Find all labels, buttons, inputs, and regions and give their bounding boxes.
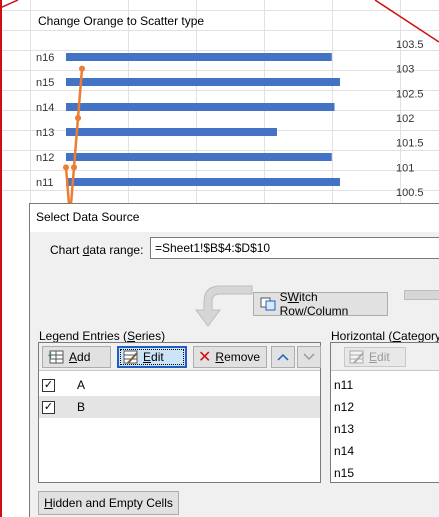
remove-x-icon: ✕ [198, 347, 212, 366]
secondary-y-tick-label: 102.5 [396, 88, 424, 100]
scatter-point[interactable] [63, 164, 69, 171]
chart-category-label: n11 [36, 177, 54, 189]
legend-entries-title: Legend Entries (Series) [39, 329, 166, 343]
chart-bar[interactable] [66, 178, 340, 186]
switch-row-column-icon [260, 297, 276, 311]
chevron-up-icon [277, 353, 289, 361]
category-item[interactable]: n11 [334, 378, 353, 392]
switch-row-column-label: SWitch Row/Column [279, 290, 349, 318]
series-row-a[interactable]: ✓ A [39, 374, 320, 396]
secondary-y-tick-label: 102 [396, 113, 414, 125]
add-label: Add [69, 350, 91, 364]
secondary-y-tick-label: 103.5 [396, 39, 424, 51]
chart-category-label: n15 [36, 77, 54, 89]
chart-bar[interactable] [66, 103, 335, 111]
secondary-y-tick-label: 101 [396, 162, 414, 174]
scatter-point[interactable] [71, 164, 77, 171]
category-item[interactable]: n14 [334, 444, 354, 458]
series-a-label: A [77, 378, 86, 392]
legend-toolbar: + Add Edit ✕ Remove [39, 343, 321, 371]
series-a-checkbox[interactable]: ✓ [42, 378, 55, 392]
scatter-point[interactable] [75, 115, 81, 121]
chevron-down-icon [303, 353, 315, 361]
scatter-series-line[interactable] [64, 68, 84, 210]
edit-label: Edit [143, 350, 164, 364]
series-row-b[interactable]: ✓ B [39, 396, 320, 418]
switch-arrow-icon [195, 285, 253, 327]
secondary-y-tick-label: 103 [396, 64, 414, 76]
remove-series-button[interactable]: ✕ Remove [193, 346, 267, 368]
category-toolbar: Edit [331, 343, 439, 371]
dialog-title: Select Data Source [30, 204, 439, 232]
category-item[interactable]: n12 [334, 400, 354, 414]
series-b-label: B [77, 400, 86, 414]
cat-edit-label: Edit [369, 350, 390, 364]
category-labels-panel: Edit n11 n12 n13 n14 n15 [330, 342, 439, 483]
series-b-checkbox[interactable]: ✓ [42, 400, 55, 414]
chart-bar[interactable] [66, 53, 332, 61]
move-up-button[interactable] [271, 346, 295, 368]
category-item[interactable]: n13 [334, 422, 354, 436]
chart-bar[interactable] [66, 153, 332, 161]
select-data-source-dialog: Select Data Source Chart data range: =Sh… [29, 203, 439, 517]
category-item[interactable]: n15 [334, 466, 354, 480]
chart-category-label: n14 [36, 102, 54, 114]
chart-category-label: n12 [36, 152, 54, 164]
scatter-point[interactable] [79, 65, 85, 72]
edit-category-button[interactable]: Edit [344, 347, 406, 367]
hidden-empty-cells-button[interactable]: Hidden and Empty Cells [38, 491, 179, 515]
chart-bar[interactable] [66, 128, 277, 136]
remove-label: Remove [215, 350, 261, 364]
chart-data-range-input[interactable]: =Sheet1!$B$4:$D$10 [150, 237, 439, 259]
chart-bar[interactable] [66, 78, 340, 86]
svg-text:+: + [47, 351, 55, 361]
edit-table-icon [349, 350, 364, 364]
chart-category-label: n13 [36, 127, 54, 139]
switch-row-column-button[interactable]: SWitch Row/Column [253, 290, 388, 318]
secondary-y-tick-label: 101.5 [396, 138, 424, 150]
add-table-icon: + [47, 350, 64, 364]
add-series-button[interactable]: + Add [42, 346, 111, 368]
secondary-y-tick-label: 100.5 [396, 187, 424, 199]
move-down-button[interactable] [297, 346, 321, 368]
chart-category-label: n16 [36, 52, 54, 64]
combo-chart[interactable]: n11 n12 n13 n14 n15 n16 100.5 101 101.5 102 102.5… [0, 0, 439, 210]
chart-data-range-label: Chart data range: [50, 243, 144, 257]
right-arrow-decor [404, 290, 439, 300]
horizontal-category-title: Horizontal (Category) [331, 329, 439, 343]
edit-series-button[interactable]: Edit [117, 346, 187, 368]
edit-table-icon [123, 350, 138, 364]
